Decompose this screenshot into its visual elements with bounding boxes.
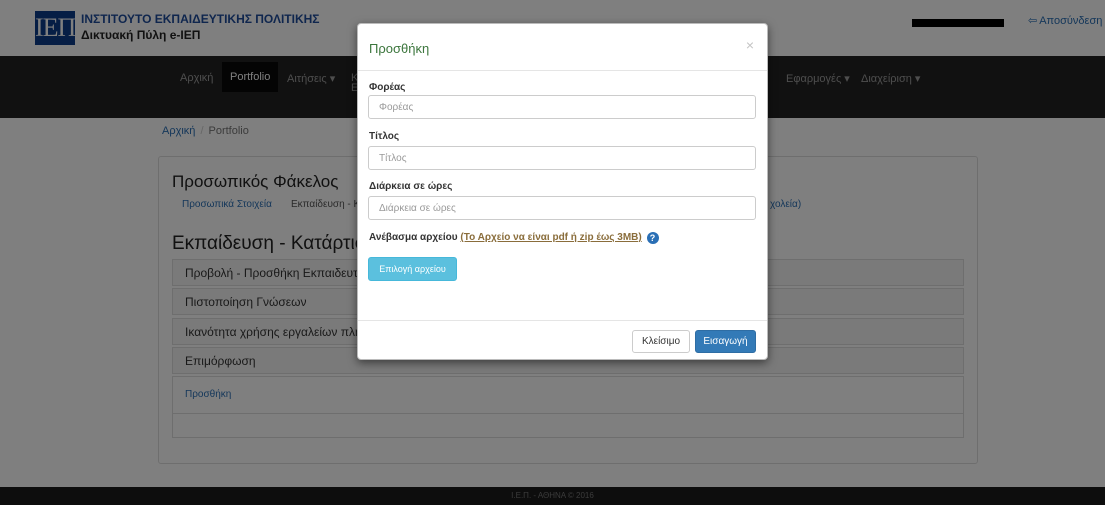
provider-label: Φορέας xyxy=(369,82,406,93)
provider-input[interactable] xyxy=(368,95,756,119)
close-icon[interactable]: × xyxy=(746,37,754,53)
title-label: Τίτλος xyxy=(369,131,400,142)
duration-label: Διάρκεια σε ώρες xyxy=(369,181,453,192)
upload-label: Ανέβασμα αρχείου (Το Αρχείο να είναι pdf… xyxy=(369,232,659,244)
choose-file-button[interactable]: Επιλογή αρχείου xyxy=(368,257,457,281)
question-circle-icon[interactable]: ? xyxy=(646,232,659,244)
add-modal: Προσθήκη × Φορέας Τίτλος Διάρκεια σε ώρε… xyxy=(357,23,768,360)
duration-input[interactable] xyxy=(368,196,756,220)
close-button[interactable]: Κλείσιμο xyxy=(632,330,690,353)
modal-header: Προσθήκη × xyxy=(358,24,767,71)
upload-note-link[interactable]: (Το Αρχείο να είναι pdf ή zip έως 3MB) xyxy=(460,232,641,243)
title-input[interactable] xyxy=(368,146,756,170)
submit-button[interactable]: Εισαγωγή xyxy=(695,330,756,353)
upload-label-text: Ανέβασμα αρχείου xyxy=(369,232,458,243)
modal-title: Προσθήκη xyxy=(369,41,430,56)
